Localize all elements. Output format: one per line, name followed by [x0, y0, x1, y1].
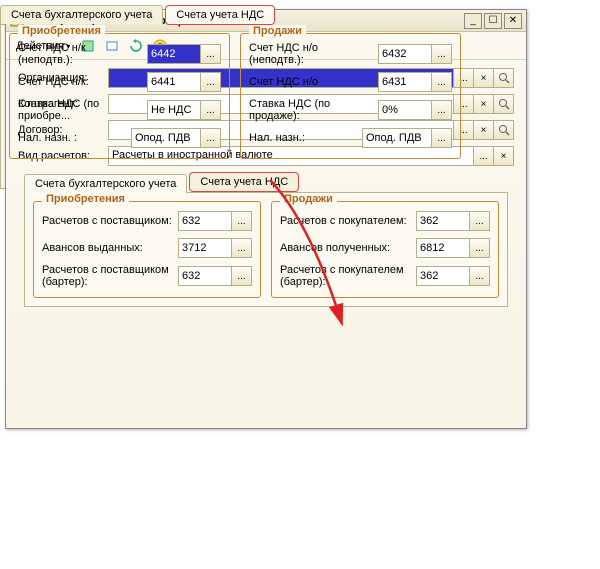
- ellipsis-button[interactable]: ...: [232, 266, 252, 286]
- sale-nds-r4-input[interactable]: [362, 128, 432, 148]
- ellipsis-button[interactable]: ...: [201, 128, 221, 148]
- acq-r3-label: Расчетов с поставщиком (бартер):: [42, 264, 178, 288]
- sale-r1-label: Расчетов с покупателем:: [280, 215, 416, 227]
- ellipsis-button[interactable]: ...: [470, 238, 490, 258]
- acq-nds-r3-label: Ставка НДС (по приобре...: [18, 98, 147, 122]
- ellipsis-button[interactable]: ...: [432, 128, 452, 148]
- acq-nds-r3-input[interactable]: [147, 100, 201, 120]
- acq-nds-r2-label: Счет НДС н/к:: [18, 76, 147, 88]
- group-title: Приобретения: [18, 25, 105, 37]
- acq-nds-r4-input[interactable]: [131, 128, 201, 148]
- acq-r1-input[interactable]: [178, 211, 232, 231]
- sale-nds-r1-label: Счет НДС н/о (неподтв.):: [249, 42, 378, 66]
- sale-nds-r2-label: Счет НДС н/о: [249, 76, 378, 88]
- clear-button[interactable]: ×: [494, 146, 514, 166]
- tab-accounting[interactable]: Счета бухгалтерского учета: [0, 5, 163, 24]
- sale-nds-r3-input[interactable]: [378, 100, 432, 120]
- sale-r1-input[interactable]: [416, 211, 470, 231]
- sale-nds-r4-label: Нал. назн.:: [249, 132, 362, 144]
- ellipsis-button[interactable]: ...: [232, 211, 252, 231]
- group-acquisitions-nds: Приобретения Счет НДС н/к (неподтв.):...…: [9, 33, 230, 159]
- group-title: Продажи: [280, 193, 337, 205]
- clear-button[interactable]: ×: [474, 120, 494, 140]
- tab-accounting[interactable]: Счета бухгалтерского учета: [24, 174, 187, 193]
- ellipsis-button[interactable]: ...: [432, 72, 452, 92]
- ellipsis-button[interactable]: ...: [432, 100, 452, 120]
- ellipsis-button[interactable]: ...: [201, 44, 221, 64]
- tab-nds[interactable]: Счета учета НДС: [189, 172, 299, 192]
- sale-r2-input[interactable]: [416, 238, 470, 258]
- acq-nds-r4-label: Нал. назн. :: [18, 132, 131, 144]
- tab-nds[interactable]: Счета учета НДС: [165, 5, 275, 25]
- sale-nds-r1-input[interactable]: [378, 44, 432, 64]
- clear-button[interactable]: ×: [474, 94, 494, 114]
- lookup-icon[interactable]: [494, 68, 514, 88]
- group-acquisitions: Приобретения Расчетов с поставщиком:... …: [33, 201, 261, 298]
- maximize-button[interactable]: ☐: [484, 13, 502, 29]
- tab-panel: Приобретения Расчетов с поставщиком:... …: [24, 192, 508, 307]
- group-sales: Продажи Расчетов с покупателем:... Аванс…: [271, 201, 499, 298]
- acq-nds-r2-input[interactable]: [147, 72, 201, 92]
- acq-r1-label: Расчетов с поставщиком:: [42, 215, 178, 227]
- ellipsis-button[interactable]: ...: [474, 146, 494, 166]
- ellipsis-button[interactable]: ...: [232, 238, 252, 258]
- ellipsis-button[interactable]: ...: [470, 211, 490, 231]
- ellipsis-button[interactable]: ...: [470, 266, 490, 286]
- acq-r2-input[interactable]: [178, 238, 232, 258]
- ellipsis-button[interactable]: ...: [201, 72, 221, 92]
- group-sales-nds: Продажи Счет НДС н/о (неподтв.):... Счет…: [240, 33, 461, 159]
- ellipsis-button[interactable]: ...: [432, 44, 452, 64]
- sale-nds-r2-input[interactable]: [378, 72, 432, 92]
- acq-nds-r1-input[interactable]: [147, 44, 201, 64]
- sale-r2-label: Авансов полученных:: [280, 242, 416, 254]
- ellipsis-button[interactable]: ...: [201, 100, 221, 120]
- sale-r3-input[interactable]: [416, 266, 470, 286]
- lookup-icon[interactable]: [494, 120, 514, 140]
- tabbar: Счета бухгалтерского учета Счета учета Н…: [0, 4, 470, 24]
- close-button[interactable]: ✕: [504, 13, 522, 29]
- sale-r3-label: Расчетов с покупателем (бартер):: [280, 264, 416, 288]
- acq-nds-r1-label: Счет НДС н/к (неподтв.):: [18, 42, 147, 66]
- group-title: Приобретения: [42, 193, 129, 205]
- group-title: Продажи: [249, 25, 306, 37]
- tabbar: Счета бухгалтерского учета Счета учета Н…: [24, 172, 514, 192]
- clear-button[interactable]: ×: [474, 68, 494, 88]
- acq-r2-label: Авансов выданных:: [42, 242, 178, 254]
- lookup-icon[interactable]: [494, 94, 514, 114]
- sale-nds-r3-label: Ставка НДС (по продаже):: [249, 98, 378, 122]
- acq-r3-input[interactable]: [178, 266, 232, 286]
